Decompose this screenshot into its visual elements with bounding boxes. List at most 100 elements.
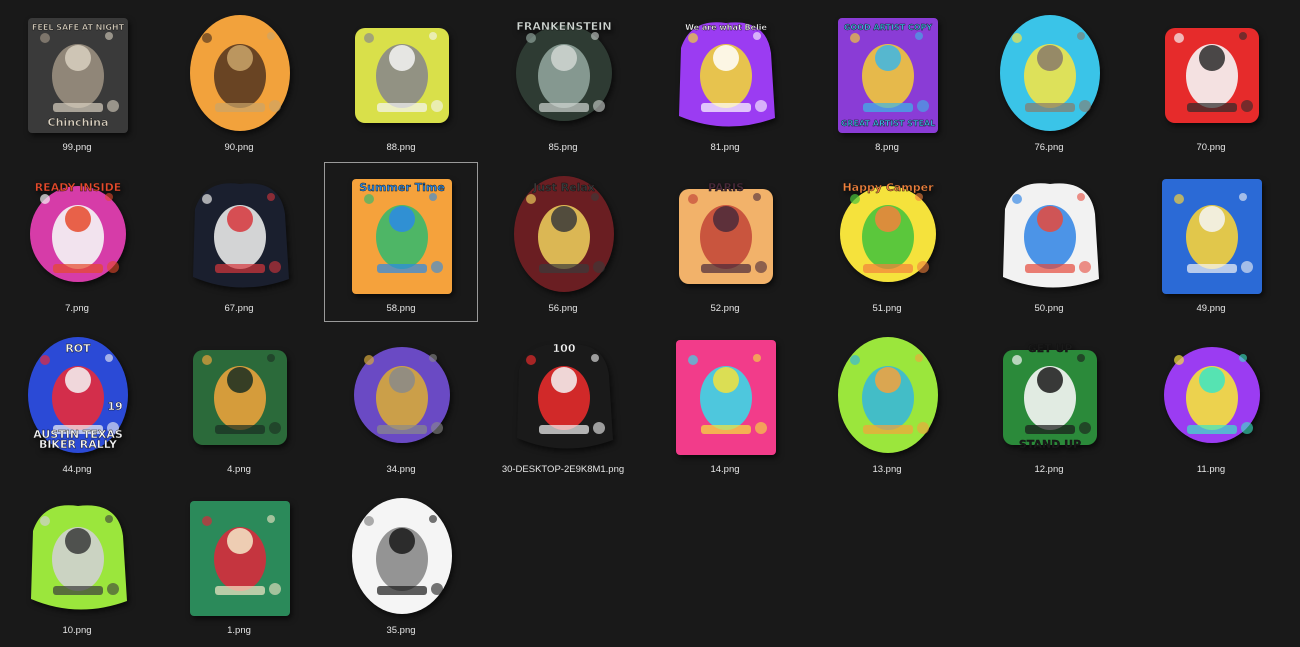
artwork-lettering: GOOD ARTIST COPY	[844, 23, 933, 32]
artwork-lettering: PARIS	[708, 181, 744, 194]
surfer-wave-icon[interactable]	[1157, 169, 1267, 299]
mechanic-skull-icon[interactable]	[23, 491, 133, 621]
file-item[interactable]: 10.png	[0, 484, 154, 644]
aquaman-trident-icon[interactable]	[185, 330, 295, 460]
artwork-lettering: READY INSIDE	[35, 181, 122, 194]
art-head	[389, 206, 415, 232]
file-item[interactable]: PARIS 52.png	[648, 162, 802, 322]
art-splash	[429, 193, 437, 201]
surfing-donkey-icon[interactable]	[995, 8, 1105, 138]
file-item[interactable]: 49.png	[1134, 162, 1288, 322]
file-name-label[interactable]: 35.png	[305, 625, 497, 637]
dragon-roses-icon[interactable]	[185, 491, 295, 621]
thumbnail-image	[190, 501, 290, 616]
jet-ski-emblem-icon[interactable]: 100	[509, 330, 619, 460]
file-item[interactable]: 11.png	[1134, 323, 1288, 483]
file-item[interactable]: GET UP STAND UP 12.png	[972, 323, 1126, 483]
thumbnail-image	[838, 337, 938, 453]
file-item[interactable]: Happy Camper 51.png	[810, 162, 964, 322]
file-item[interactable]: 14.png	[648, 323, 802, 483]
file-item[interactable]: FRANKENSTEIN 85.png	[486, 1, 640, 161]
file-item[interactable]: 50.png	[972, 162, 1126, 322]
art-splash	[850, 355, 860, 365]
graffiti-lettering-icon[interactable]: We are what Belie	[671, 8, 781, 138]
file-item[interactable]: ROT BIKER RALLY AUSTIN TEXAS 19 44.png	[0, 323, 154, 483]
summer-van-palms-icon[interactable]: Summer Time	[347, 169, 457, 299]
art-base	[1025, 103, 1075, 112]
rooster-mascot-icon[interactable]	[1157, 8, 1267, 138]
file-item[interactable]: 70.png	[1134, 1, 1288, 161]
just-relax-fishing-icon[interactable]: Just Relax	[509, 169, 619, 299]
art-head	[65, 45, 91, 71]
file-item[interactable]: FEEL SAFE AT NIGHT Chinchina 99.png	[0, 1, 154, 161]
file-item[interactable]: We are what Belie 81.png	[648, 1, 802, 161]
paris-eiffel-poster-icon[interactable]: PARIS	[671, 169, 781, 299]
ready-inside-cartoon-icon[interactable]: READY INSIDE	[23, 169, 133, 299]
art-base	[215, 586, 265, 595]
get-up-stand-up-gorilla-icon[interactable]: GET UP STAND UP	[995, 330, 1105, 460]
file-item[interactable]: GOOD ARTIST COPY GREAT ARTIST STEAL 8.png	[810, 1, 964, 161]
night-animal-sticker-icon[interactable]: FEEL SAFE AT NIGHT Chinchina	[23, 8, 133, 138]
file-name-label[interactable]: 49.png	[1115, 303, 1300, 315]
file-item[interactable]: 76.png	[972, 1, 1126, 161]
file-grid: FEEL SAFE AT NIGHT Chinchina 99.png 90.png 8…	[0, 0, 1300, 647]
astronaut-guitarist-icon[interactable]	[185, 169, 295, 299]
camper-sunset-icon[interactable]: Happy Camper	[833, 169, 943, 299]
thumbnail-image	[190, 15, 290, 131]
art-head	[551, 367, 577, 393]
art-splash	[591, 354, 599, 362]
art-splash	[202, 194, 212, 204]
artwork-lettering: We are what Belie	[685, 23, 767, 32]
pig-king-throne-icon[interactable]	[347, 330, 457, 460]
purple-graffiti-tag-icon[interactable]	[1157, 330, 1267, 460]
lighthouse-beach-icon[interactable]	[995, 169, 1105, 299]
colorful-dog-portrait-icon[interactable]	[671, 330, 781, 460]
file-item[interactable]: 34.png	[324, 323, 478, 483]
art-base	[539, 103, 589, 112]
file-item[interactable]: 35.png	[324, 484, 478, 644]
art-splash	[755, 261, 767, 273]
art-splash	[202, 516, 212, 526]
file-item[interactable]: 1.png	[162, 484, 316, 644]
artwork-lettering: 19	[107, 400, 122, 413]
art-splash	[593, 100, 605, 112]
file-item[interactable]: READY INSIDE 7.png	[0, 162, 154, 322]
file-name-label[interactable]: 11.png	[1115, 464, 1300, 476]
art-base	[1187, 425, 1237, 434]
pop-art-artist-icon[interactable]: GOOD ARTIST COPY GREAT ARTIST STEAL	[833, 8, 943, 138]
art-splash	[40, 516, 50, 526]
file-item[interactable]: 90.png	[162, 1, 316, 161]
art-head	[227, 45, 253, 71]
file-item[interactable]: 13.png	[810, 323, 964, 483]
biker-rally-texas-icon[interactable]: ROT BIKER RALLY AUSTIN TEXAS 19	[23, 330, 133, 460]
file-item[interactable]: Summer Time 58.png	[324, 162, 478, 322]
money-gangster-badge-icon[interactable]	[347, 8, 457, 138]
art-splash	[1174, 33, 1184, 43]
thumbnail-image	[355, 28, 449, 123]
file-item[interactable]: 67.png	[162, 162, 316, 322]
frankenstein-portrait-icon[interactable]: FRANKENSTEIN	[509, 8, 619, 138]
moon-woman-silhouette-icon[interactable]	[347, 491, 457, 621]
art-base	[377, 425, 427, 434]
hunter-with-dog-icon[interactable]	[185, 8, 295, 138]
file-item[interactable]: 88.png	[324, 1, 478, 161]
art-splash	[917, 100, 929, 112]
art-head	[713, 206, 739, 232]
art-splash	[850, 33, 860, 43]
file-item[interactable]: 4.png	[162, 323, 316, 483]
art-splash	[40, 194, 50, 204]
file-item[interactable]: 100 30-DESKTOP-2E9K8M1.png	[486, 323, 640, 483]
tropical-gorilla-sign-icon[interactable]	[833, 330, 943, 460]
artwork-lettering: ROT	[65, 342, 91, 355]
file-item[interactable]: Just Relax 56.png	[486, 162, 640, 322]
art-base	[701, 264, 751, 273]
art-head	[875, 206, 901, 232]
art-splash	[105, 193, 113, 201]
file-name-label[interactable]: 70.png	[1115, 142, 1300, 154]
artwork-lettering: Just Relax	[532, 181, 595, 194]
art-head	[1199, 367, 1225, 393]
thumbnail-image: FRANKENSTEIN	[516, 20, 612, 121]
thumbnail-image	[676, 340, 776, 455]
artwork-lettering: AUSTIN TEXAS	[33, 428, 123, 441]
thumbnail-image: 100	[517, 342, 613, 449]
